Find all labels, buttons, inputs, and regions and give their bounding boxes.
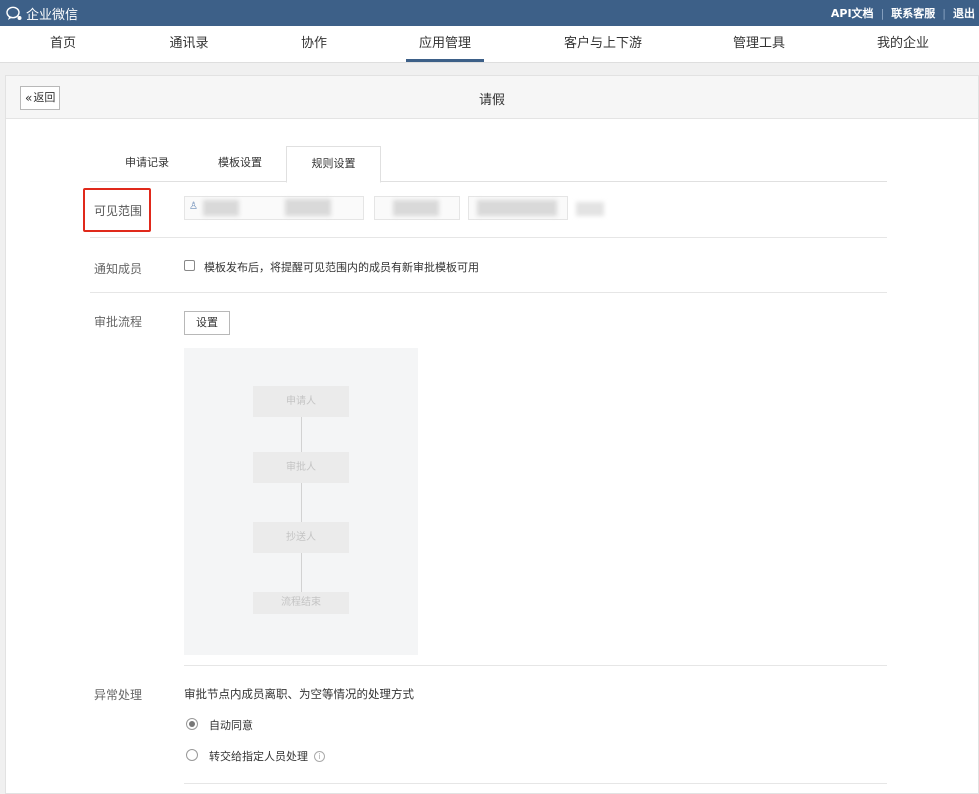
flow-connector: [301, 417, 302, 452]
flow-node-approver: 审批人: [253, 452, 349, 483]
member-chip[interactable]: [468, 196, 568, 220]
main-nav: 首页 通讯录 协作 应用管理 客户与上下游 管理工具 我的企业: [0, 26, 979, 63]
member-chip[interactable]: ♙: [184, 196, 364, 220]
api-docs-link[interactable]: API文档: [831, 5, 874, 21]
flow-settings-button[interactable]: 设置: [184, 311, 230, 335]
contact-support-link[interactable]: 联系客服: [891, 5, 935, 21]
exception-handling-label: 异常处理: [94, 688, 143, 702]
notify-checkbox[interactable]: [184, 260, 195, 271]
separator: |: [942, 6, 946, 20]
panel-header: « 返回 请假: [6, 76, 978, 119]
tab-records[interactable]: 申请记录: [110, 146, 184, 182]
flow-connector: [301, 553, 302, 592]
content-panel: « 返回 请假 申请记录 模板设置 规则设置 可见范围 ♙ 通知成员 模板发布后…: [5, 75, 979, 794]
transfer-radio[interactable]: [186, 749, 198, 761]
nav-collaboration[interactable]: 协作: [286, 26, 342, 62]
divider: [90, 237, 887, 238]
redacted-block: [285, 199, 331, 216]
divider: [184, 783, 887, 784]
redacted-block: [203, 200, 239, 216]
divider: [90, 292, 887, 293]
nav-app-management[interactable]: 应用管理: [406, 26, 484, 62]
flow-node-end: 流程结束: [253, 592, 349, 614]
user-icon: ♙: [189, 201, 198, 212]
flow-connector: [301, 483, 302, 522]
transfer-label: 转交给指定人员处理: [209, 750, 308, 763]
nav-management-tools[interactable]: 管理工具: [722, 26, 796, 62]
notify-description: 模板发布后，将提醒可见范围内的成员有新审批模板可用: [204, 261, 479, 274]
tab-template-settings[interactable]: 模板设置: [203, 146, 277, 182]
top-bar: 企业微信 API文档 | 联系客服 | 退出: [0, 0, 979, 26]
nav-customers[interactable]: 客户与上下游: [554, 26, 652, 62]
exception-description: 审批节点内成员离职、为空等情况的处理方式: [184, 687, 414, 701]
info-icon[interactable]: i: [314, 751, 325, 762]
tab-bar: 申请记录 模板设置 规则设置: [90, 146, 887, 183]
separator: |: [880, 6, 885, 20]
divider: [184, 665, 887, 666]
top-links: API文档 | 联系客服 | 退出: [831, 5, 975, 21]
flow-diagram: 申请人 审批人 抄送人 流程结束: [184, 348, 418, 655]
logo-text: 企业微信: [26, 8, 79, 23]
visible-range-label: 可见范围: [94, 204, 143, 218]
logout-link[interactable]: 退出: [953, 5, 975, 21]
redacted-block: [576, 202, 604, 216]
nav-contacts[interactable]: 通讯录: [158, 26, 220, 62]
logo[interactable]: 企业微信: [6, 4, 78, 23]
tab-rule-settings[interactable]: 规则设置: [286, 146, 381, 183]
member-chip[interactable]: [374, 196, 460, 220]
nav-my-company[interactable]: 我的企业: [866, 26, 940, 62]
flow-node-applicant: 申请人: [253, 386, 349, 417]
flow-node-cc: 抄送人: [253, 522, 349, 553]
auto-approve-radio[interactable]: [186, 718, 198, 730]
nav-home[interactable]: 首页: [34, 26, 92, 62]
auto-approve-label: 自动同意: [209, 719, 253, 732]
approval-flow-label: 审批流程: [94, 315, 143, 329]
redacted-block: [477, 200, 557, 216]
wecom-logo-icon: [6, 6, 23, 21]
page-title: 请假: [478, 93, 505, 108]
notify-members-label: 通知成员: [94, 262, 143, 276]
redacted-block: [393, 200, 439, 216]
